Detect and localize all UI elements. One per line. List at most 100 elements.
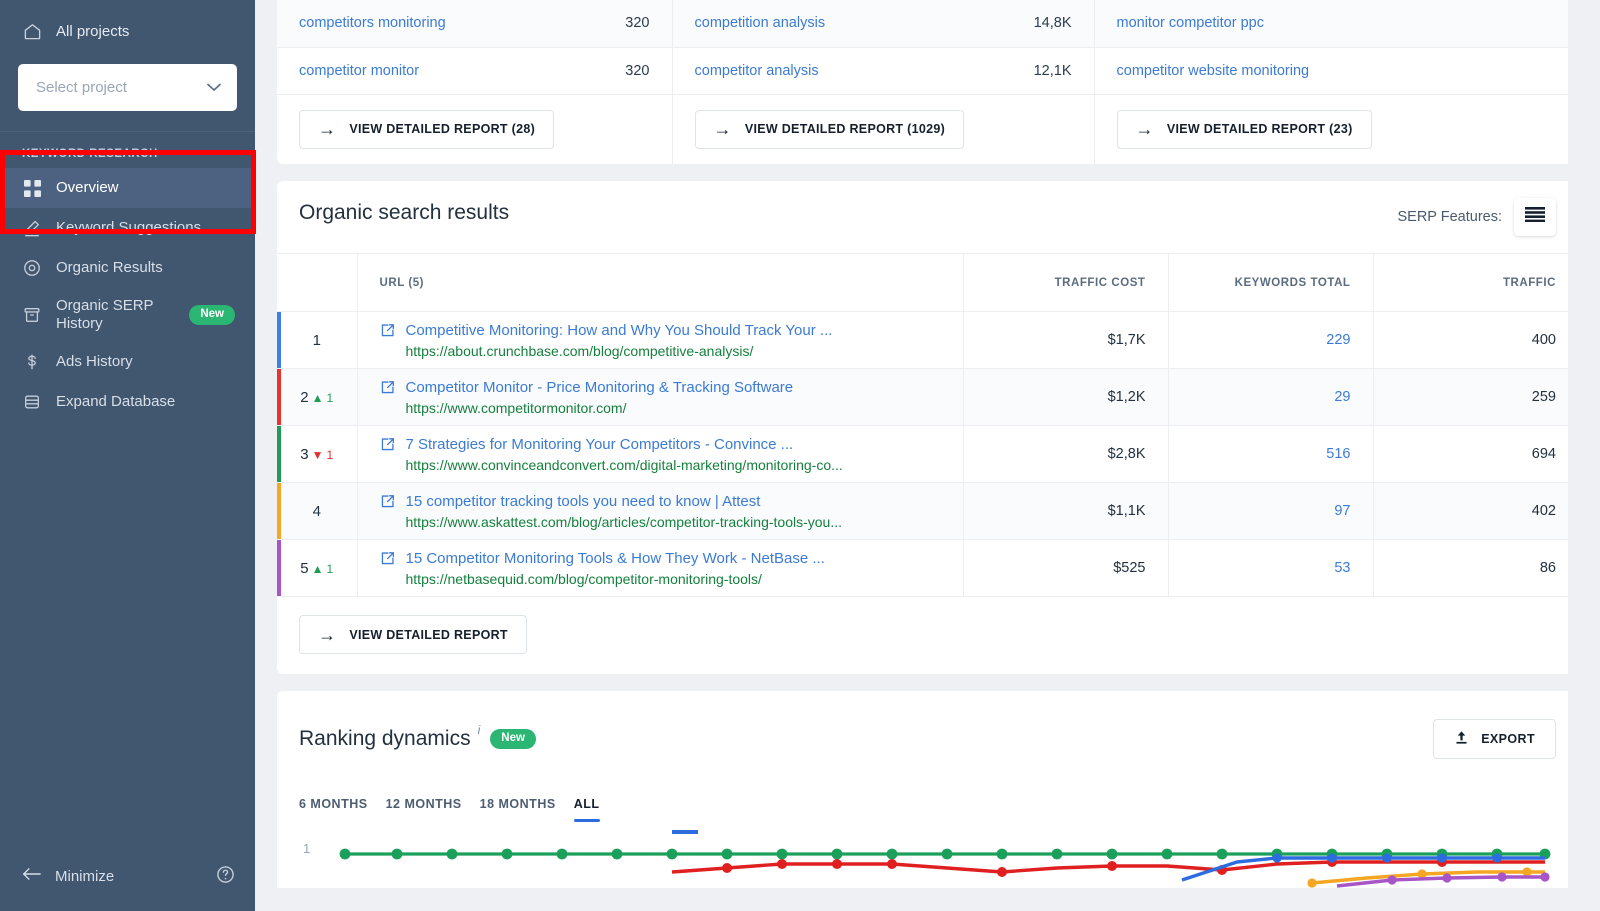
keyword-link[interactable]: competitors monitoring <box>299 15 446 31</box>
url-title-row: 15 competitor tracking tools you need to… <box>380 493 941 510</box>
pencil-icon <box>22 218 42 238</box>
view-detailed-report-button-3[interactable]: → VIEW DETAILED REPORT (23) <box>1116 109 1372 149</box>
tab-12-months[interactable]: 12 MONTHS <box>386 797 480 822</box>
external-link-icon <box>380 323 395 338</box>
rank-delta-value: 1 <box>326 447 334 462</box>
table-row: 1 Competitive Monitoring: How and Why Yo… <box>277 311 1578 369</box>
database-icon <box>22 392 42 412</box>
sidebar-item-overview[interactable]: Overview <box>0 168 255 208</box>
keyword-link[interactable]: competitor website monitoring <box>1117 63 1310 79</box>
cell-action: → VIEW DETAILED REPORT (1029) <box>672 94 1095 164</box>
arrow-right-icon: → <box>1135 119 1154 140</box>
tab-6-months[interactable]: 6 MONTHS <box>299 797 386 822</box>
project-select[interactable]: Select project <box>18 64 237 111</box>
minimize-label[interactable]: Minimize <box>55 868 114 885</box>
url-title-row: 15 Competitor Monitoring Tools & How The… <box>380 550 941 567</box>
rank-color-bar <box>277 369 281 425</box>
url-title-row: 7 Strategies for Monitoring Your Competi… <box>380 436 941 453</box>
sidebar-all-projects[interactable]: All projects <box>0 14 255 48</box>
cell-url: 15 Competitor Monitoring Tools & How The… <box>356 539 963 597</box>
cell-rank: 5 ▲ 1 <box>277 539 357 597</box>
keyword-overview-card: competitors monitoring 320 competition a… <box>277 0 1578 164</box>
grid-icon <box>22 178 42 198</box>
button-label: VIEW DETAILED REPORT (28) <box>349 122 536 137</box>
app-root: All projects Select project KEYWORD RESE… <box>0 0 1600 911</box>
sidebar-item-organic-serp-history[interactable]: Organic SERP History New <box>0 288 255 342</box>
rank-value: 1 <box>312 331 321 349</box>
organic-results-body: 1 Competitive Monitoring: How and Why Yo… <box>277 311 1578 597</box>
result-title-link[interactable]: 7 Strategies for Monitoring Your Competi… <box>406 436 794 453</box>
organic-results-table: URL (5) TRAFFIC COST KEYWORDS TOTAL TRAF… <box>277 253 1578 597</box>
column-header-keywords-total[interactable]: KEYWORDS TOTAL <box>1167 253 1373 312</box>
status-badge-new: New <box>189 305 235 325</box>
result-url: https://netbasequid.com/blog/competitor-… <box>405 570 762 587</box>
cell-url: 15 competitor tracking tools you need to… <box>356 482 963 540</box>
ranking-dynamics-title: Ranking dynamics <box>299 727 471 750</box>
column-header-traffic[interactable]: TRAFFIC <box>1372 253 1578 312</box>
cell-keyword: competitor analysis <box>672 47 925 95</box>
url-title-row: Competitive Monitoring: How and Why You … <box>380 322 941 339</box>
button-label: VIEW DETAILED REPORT <box>349 627 508 642</box>
result-title-link[interactable]: 15 competitor tracking tools you need to… <box>406 493 761 510</box>
sidebar-item-label: Organic Results <box>56 259 163 277</box>
cell-url: Competitive Monitoring: How and Why You … <box>356 311 963 369</box>
table-row: 2 ▲ 1 Competitor Monitor - Price Monitorin… <box>277 368 1578 426</box>
view-detailed-report-button-1[interactable]: → VIEW DETAILED REPORT (28) <box>299 109 555 149</box>
keyword-link[interactable]: competitor analysis <box>695 63 819 79</box>
cell-rank: 1 <box>277 311 357 369</box>
cell-keyword: competition analysis <box>672 0 925 48</box>
cell-action: → VIEW DETAILED REPORT (23) <box>1094 94 1578 164</box>
cell-keywords-total[interactable]: 229 <box>1167 311 1373 369</box>
url-title-row: Competitor Monitor - Price Monitoring & … <box>380 379 941 396</box>
cell-traffic-cost: $2,8K <box>962 425 1168 483</box>
cell-keyword: competitor website monitoring <box>1094 47 1578 95</box>
cell-keyword: monitor competitor ppc <box>1094 0 1578 48</box>
cell-keywords-total[interactable]: 53 <box>1167 539 1373 597</box>
cell-keywords-total[interactable]: 29 <box>1167 368 1373 426</box>
ranking-dynamics-chart[interactable]: 1 <box>277 828 1578 888</box>
view-detailed-report-button-organic[interactable]: → VIEW DETAILED REPORT <box>299 615 527 654</box>
sidebar-item-expand-database[interactable]: Expand Database <box>0 382 255 422</box>
target-icon <box>22 258 42 278</box>
cell-rank: 4 <box>277 482 357 540</box>
arrow-right-icon: → <box>318 624 337 645</box>
cell-volume: 320 <box>525 0 673 48</box>
tab-18-months[interactable]: 18 MONTHS <box>480 797 574 822</box>
table-row: 5 ▲ 1 15 Competitor Monitoring Tools & How… <box>277 539 1578 597</box>
archive-icon <box>22 305 42 325</box>
main-content: competitors monitoring 320 competition a… <box>255 0 1600 911</box>
result-title-link[interactable]: Competitor Monitor - Price Monitoring & … <box>406 379 794 396</box>
info-icon[interactable]: i <box>478 719 481 737</box>
upload-icon <box>1454 730 1469 748</box>
keyword-link[interactable]: competitor monitor <box>299 63 419 79</box>
cell-keywords-total[interactable]: 97 <box>1167 482 1373 540</box>
column-header-traffic-cost[interactable]: TRAFFIC COST <box>962 253 1168 312</box>
keyword-link[interactable]: competition analysis <box>695 15 826 31</box>
serp-features-button[interactable] <box>1514 198 1556 236</box>
view-detailed-report-button-2[interactable]: → VIEW DETAILED REPORT (1029) <box>694 109 965 149</box>
column-header-url[interactable]: URL (5) <box>356 253 963 312</box>
result-url: https://about.crunchbase.com/blog/compet… <box>405 342 754 359</box>
cell-keyword: competitor monitor <box>277 47 525 95</box>
sidebar-item-ads-history[interactable]: Ads History <box>0 342 255 382</box>
result-title-link[interactable]: 15 Competitor Monitoring Tools & How The… <box>406 550 825 567</box>
sidebar-item-organic-results[interactable]: Organic Results <box>0 248 255 288</box>
result-title-link[interactable]: Competitive Monitoring: How and Why You … <box>406 322 833 339</box>
rank-delta-down-icon: ▼ <box>311 447 324 462</box>
sidebar-item-keyword-suggestions[interactable]: Keyword Suggestions <box>0 208 255 248</box>
keyword-overview-table: competitors monitoring 320 competition a… <box>277 0 1578 164</box>
arrow-left-icon[interactable] <box>22 866 41 886</box>
keyword-link[interactable]: monitor competitor ppc <box>1117 15 1264 31</box>
result-url: https://www.convinceandconvert.com/digit… <box>405 456 843 473</box>
cell-url: Competitor Monitor - Price Monitoring & … <box>356 368 963 426</box>
ranking-dynamics-card: Ranking dynamics i New EXPORT 6 MONTHS 1… <box>277 691 1578 888</box>
cell-keyword: competitors monitoring <box>277 0 525 48</box>
rank-value: 2 <box>300 388 309 406</box>
export-button[interactable]: EXPORT <box>1433 719 1556 759</box>
cell-keywords-total[interactable]: 516 <box>1167 425 1373 483</box>
question-circle-icon[interactable] <box>216 865 235 888</box>
tab-all[interactable]: ALL <box>573 797 618 822</box>
table-actions-row: → VIEW DETAILED REPORT (28) → VIEW DETAI… <box>277 94 1578 164</box>
cell-traffic: 694 <box>1372 425 1578 483</box>
external-link-icon <box>380 380 395 395</box>
